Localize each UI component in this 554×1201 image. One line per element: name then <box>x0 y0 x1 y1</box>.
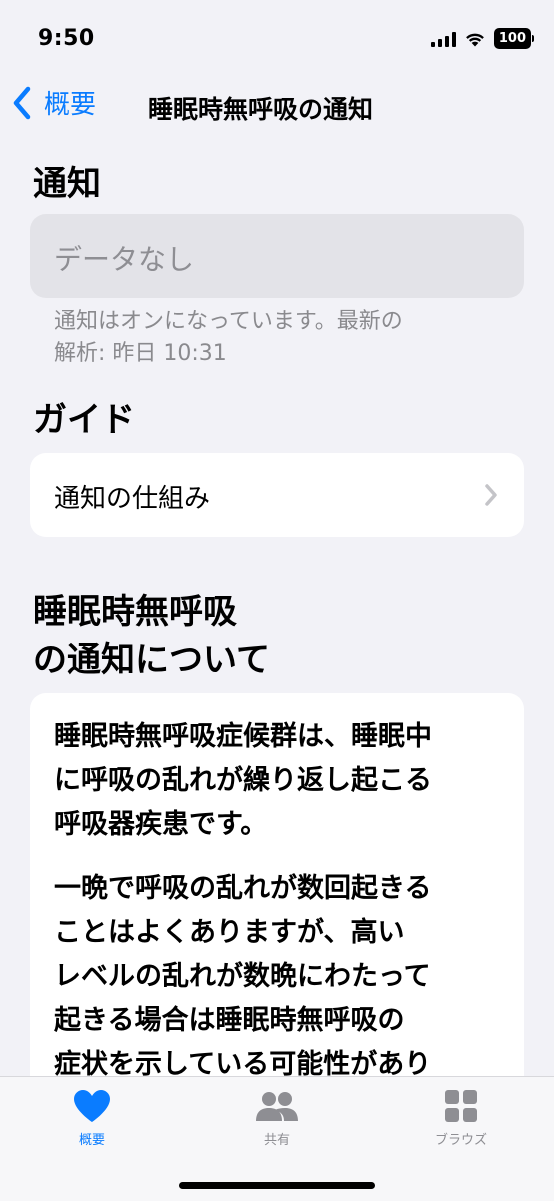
about-heading-line: 睡眠時無呼吸 <box>33 592 237 632</box>
tab-bar: 概要 共有 ブラウズ <box>0 1076 554 1201</box>
status-time: 9:50 <box>38 26 95 51</box>
about-paragraph-1: 睡眠時無呼吸症候群は、睡眠中 に呼吸の乱れが繰り返し起こる 呼吸器疾患です。 <box>54 715 502 847</box>
how-notifications-work-row[interactable]: 通知の仕組み <box>30 453 524 537</box>
tab-label: ブラウズ <box>434 1133 487 1148</box>
grid-icon <box>445 1090 477 1122</box>
page-title: 睡眠時無呼吸の通知 <box>148 95 374 124</box>
status-icons: 100 <box>430 28 534 49</box>
paragraph-line: 呼吸器疾患です。 <box>54 809 268 840</box>
about-paragraph-2: 一晩で呼吸の乱れが数回起きる ことはよくありますが、高い レベルの乱れが数晩にわ… <box>54 867 502 1087</box>
tab-browse[interactable]: ブラウズ <box>406 1089 516 1148</box>
about-heading: 睡眠時無呼吸 の通知について <box>33 588 270 684</box>
no-data-text: データなし <box>54 243 195 276</box>
notifications-card: データなし <box>30 214 524 298</box>
heart-icon <box>74 1090 110 1122</box>
battery-level: 100 <box>493 28 531 49</box>
cellular-signal-icon <box>430 31 456 47</box>
about-heading-line: の通知について <box>33 640 270 680</box>
tab-sharing[interactable]: 共有 <box>222 1089 332 1148</box>
wifi-icon <box>465 33 484 46</box>
footnote-line: 解析: 昨日 10:31 <box>54 341 227 366</box>
tab-label: 共有 <box>263 1133 290 1148</box>
tab-summary[interactable]: 概要 <box>37 1089 147 1148</box>
paragraph-line: ことはよくありますが、高い <box>54 917 405 948</box>
back-label: 概要 <box>44 90 97 120</box>
chevron-left-icon <box>13 86 31 119</box>
status-bar: 9:50 100 <box>0 0 554 78</box>
paragraph-line: 睡眠時無呼吸症候群は、睡眠中 <box>54 721 432 752</box>
tab-label: 概要 <box>78 1133 105 1148</box>
people-icon <box>256 1092 298 1121</box>
guide-heading: ガイド <box>33 400 135 440</box>
paragraph-line: に呼吸の乱れが繰り返し起こる <box>54 765 432 796</box>
notifications-heading: 通知 <box>33 164 101 204</box>
battery-icon: 100 <box>493 28 534 49</box>
chevron-right-icon <box>485 484 497 506</box>
footnote-line: 通知はオンになっています。最新の <box>54 309 403 334</box>
notifications-footnote: 通知はオンになっています。最新の 解析: 昨日 10:31 <box>54 306 494 370</box>
home-indicator[interactable] <box>179 1182 375 1189</box>
about-card: 睡眠時無呼吸症候群は、睡眠中 に呼吸の乱れが繰り返し起こる 呼吸器疾患です。 一… <box>30 693 524 1113</box>
paragraph-line: 起きる場合は睡眠時無呼吸の <box>54 1005 405 1036</box>
back-button[interactable]: 概要 <box>12 84 96 121</box>
paragraph-line: レベルの乱れが数晩にわたって <box>54 961 431 992</box>
paragraph-line: 一晩で呼吸の乱れが数回起きる <box>54 873 432 904</box>
guide-item-label: 通知の仕組み <box>54 484 211 514</box>
navigation-bar: 概要 睡眠時無呼吸の通知 <box>0 78 554 132</box>
